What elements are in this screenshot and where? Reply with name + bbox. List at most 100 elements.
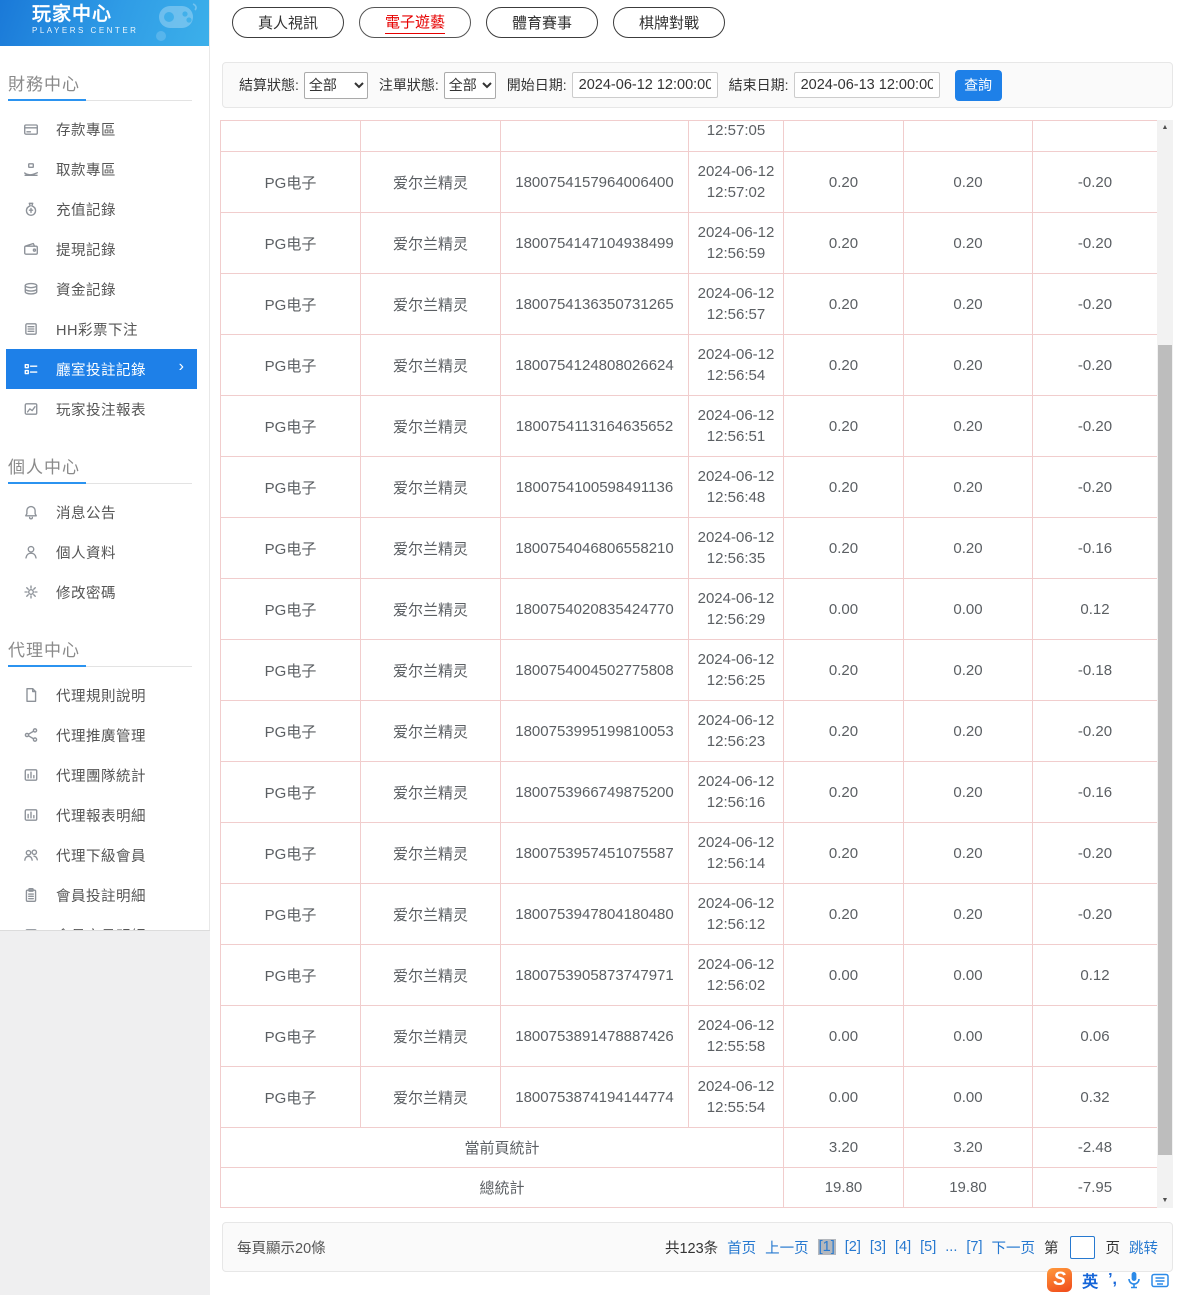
- sidebar-item-label: 代理推廣管理: [56, 728, 146, 745]
- sidebar-item-member-bet-detail[interactable]: 會員投註明細: [6, 875, 197, 915]
- bet-cell: 0.20: [783, 151, 904, 213]
- sidebar-item-change-password[interactable]: 修改密碼: [6, 572, 197, 612]
- table-row: PG电子 爱尔兰精灵 1800754046806558210 2024-06-12 12…: [220, 517, 1157, 579]
- winloss-cell: -0.18: [1032, 639, 1157, 701]
- order-id-cell: 1800754113164635652: [500, 395, 689, 457]
- table-scrollbar[interactable]: ▲ ▼: [1157, 120, 1173, 1208]
- page-link[interactable]: [5]: [920, 1239, 936, 1255]
- current-page-summary-row: 當前頁統計 3.20 3.20 -2.48: [220, 1127, 1157, 1168]
- sidebar-item-label: 提現記錄: [56, 242, 116, 259]
- platform-cell: PG电子: [220, 456, 361, 518]
- page-link[interactable]: [2]: [845, 1239, 861, 1255]
- platform-cell: [220, 120, 361, 152]
- deposit-area-icon: [22, 121, 39, 138]
- summary-winloss-cell: -7.95: [1032, 1167, 1157, 1208]
- jump-suffix-label: 页: [1105, 1240, 1121, 1257]
- valid-bet-cell: 0.00: [903, 578, 1033, 640]
- time-cell: 2024-06-12 12:56:54: [688, 334, 784, 396]
- ime-logo-icon[interactable]: S: [1047, 1268, 1073, 1292]
- scroll-up-icon[interactable]: ▲: [1157, 120, 1173, 135]
- table-row: PG电子 爱尔兰精灵 1800754147104938499 2024-06-12 12…: [220, 212, 1157, 274]
- bet-cell: 0.20: [783, 639, 904, 701]
- settle-status-label: 結算狀態:: [239, 77, 299, 93]
- funds-records-icon: [22, 281, 39, 298]
- section-header-finance: 財務中心: [8, 75, 80, 94]
- search-button[interactable]: 查詢: [954, 69, 1002, 101]
- sidebar-item-agent-rules[interactable]: 代理規則說明: [6, 675, 197, 715]
- sidebar-item-room-bet-records[interactable]: 廳室投註記錄 ›: [6, 349, 197, 389]
- valid-bet-cell: 0.00: [903, 944, 1033, 1006]
- order-id-cell: 1800753957451075587: [500, 822, 689, 884]
- sidebar-item-withdraw-area[interactable]: 取款專區: [6, 149, 197, 189]
- end-date-input[interactable]: [793, 72, 940, 98]
- page-link[interactable]: ...: [945, 1239, 957, 1255]
- ime-language-toggle[interactable]: 英: [1082, 1268, 1098, 1292]
- page-link-current[interactable]: [1]: [817, 1239, 836, 1255]
- winloss-cell: 0.12: [1032, 944, 1157, 1006]
- bet-cell: 0.20: [783, 517, 904, 579]
- sidebar-item-agent-sub-members[interactable]: 代理下級會員: [6, 835, 197, 875]
- game-cell: 爱尔兰精灵: [360, 761, 501, 823]
- tab-live-video[interactable]: 真人視訊: [232, 7, 345, 38]
- sidebar-item-withdrawal-records[interactable]: 提現記錄: [6, 229, 197, 269]
- keyboard-icon[interactable]: [1151, 1273, 1169, 1288]
- settle-status-select[interactable]: 全部: [303, 71, 368, 99]
- order-status-label: 注單狀態:: [378, 77, 439, 93]
- microphone-icon[interactable]: [1127, 1271, 1141, 1289]
- time-cell: 2024-06-12 12:57:02: [688, 151, 784, 213]
- table-row: PG电子 爱尔兰精灵 1800754100598491136 2024-06-12 12…: [220, 456, 1157, 518]
- sidebar-item-deposit-area[interactable]: 存款專區: [6, 109, 197, 149]
- sidebar-item-label: 代理報表明細: [56, 808, 146, 825]
- sidebar-item-player-bet-report[interactable]: 玩家投注報表: [6, 389, 197, 429]
- scroll-down-icon[interactable]: ▼: [1157, 1193, 1173, 1208]
- next-page-link[interactable]: 下一页: [992, 1237, 1036, 1258]
- table-row: PG电子 爱尔兰精灵 1800754136350731265 2024-06-12 12…: [220, 273, 1157, 335]
- chevron-right-icon: ›: [178, 358, 184, 375]
- sidebar-header: 玩家中心 PLAYERS CENTER: [0, 0, 209, 46]
- table-row: PG电子 爱尔兰精灵 1800754157964006400 2024-06-12 12…: [220, 151, 1157, 213]
- order-status-select[interactable]: 全部: [443, 71, 496, 99]
- agent-sub-members-icon: [22, 847, 39, 864]
- sidebar-item-profile[interactable]: 個人資料: [6, 532, 197, 572]
- time-cell: 2024-06-12 12:55:54: [688, 1066, 784, 1128]
- summary-bet-cell: 19.80: [783, 1167, 904, 1208]
- jump-link[interactable]: 跳转: [1129, 1237, 1158, 1258]
- page-link[interactable]: [3]: [870, 1239, 886, 1255]
- scrollbar-thumb[interactable]: [1158, 345, 1172, 1155]
- valid-bet-cell: 0.20: [903, 883, 1033, 945]
- page-link[interactable]: [7]: [966, 1239, 982, 1255]
- sidebar-item-announcements[interactable]: 消息公告: [6, 492, 197, 532]
- sidebar-item-agent-report-detail[interactable]: 代理報表明細: [6, 795, 197, 835]
- section-underline: [8, 482, 192, 484]
- order-id-cell: 1800754147104938499: [500, 212, 689, 274]
- platform-cell: PG电子: [220, 761, 361, 823]
- first-page-link[interactable]: 首页: [727, 1237, 756, 1258]
- section-header-agent: 代理中心: [8, 641, 80, 660]
- prev-page-link[interactable]: 上一页: [765, 1237, 809, 1258]
- time-cell: 2024-06-12 12:56:02: [688, 944, 784, 1006]
- tab-board-games[interactable]: 棋牌對戰: [613, 7, 726, 38]
- page-link[interactable]: [4]: [895, 1239, 911, 1255]
- summary-bet-cell: 3.20: [783, 1127, 904, 1168]
- jump-page-input[interactable]: [1069, 1235, 1095, 1259]
- sidebar-nav: 財務中心存款專區取款專區充值記錄提現記錄資金記錄 HH彩票下注 廳室投註記錄 › 玩家投…: [0, 70, 209, 955]
- table-row: PG电子 爱尔兰精灵 1800754113164635652 2024-06-12 12…: [220, 395, 1157, 457]
- sidebar-item-funds-records[interactable]: 資金記錄: [6, 269, 197, 309]
- sidebar-footer-area: [0, 930, 210, 1295]
- sidebar-item-label: 取款專區: [56, 162, 116, 179]
- sidebar-item-recharge-records[interactable]: 充值記錄: [6, 189, 197, 229]
- ime-punctuation-toggle[interactable]: ’,: [1108, 1271, 1117, 1289]
- game-cell: 爱尔兰精灵: [360, 883, 501, 945]
- withdraw-area-icon: [22, 161, 39, 178]
- tab-sports[interactable]: 體育賽事: [486, 7, 599, 38]
- valid-bet-cell: 0.20: [903, 151, 1033, 213]
- time-cell: 2024-06-12 12:56:16: [688, 761, 784, 823]
- sidebar-item-hh-lottery-bets[interactable]: HH彩票下注: [6, 309, 197, 349]
- start-date-input[interactable]: [571, 72, 718, 98]
- sidebar-item-agent-promotion[interactable]: 代理推廣管理: [6, 715, 197, 755]
- tab-e-games[interactable]: 電子遊藝: [359, 7, 472, 38]
- sidebar-item-agent-team-stats[interactable]: 代理團隊統計: [6, 755, 197, 795]
- valid-bet-cell: 0.20: [903, 334, 1033, 396]
- bet-cell: 0.00: [783, 1066, 904, 1128]
- platform-cell: PG电子: [220, 639, 361, 701]
